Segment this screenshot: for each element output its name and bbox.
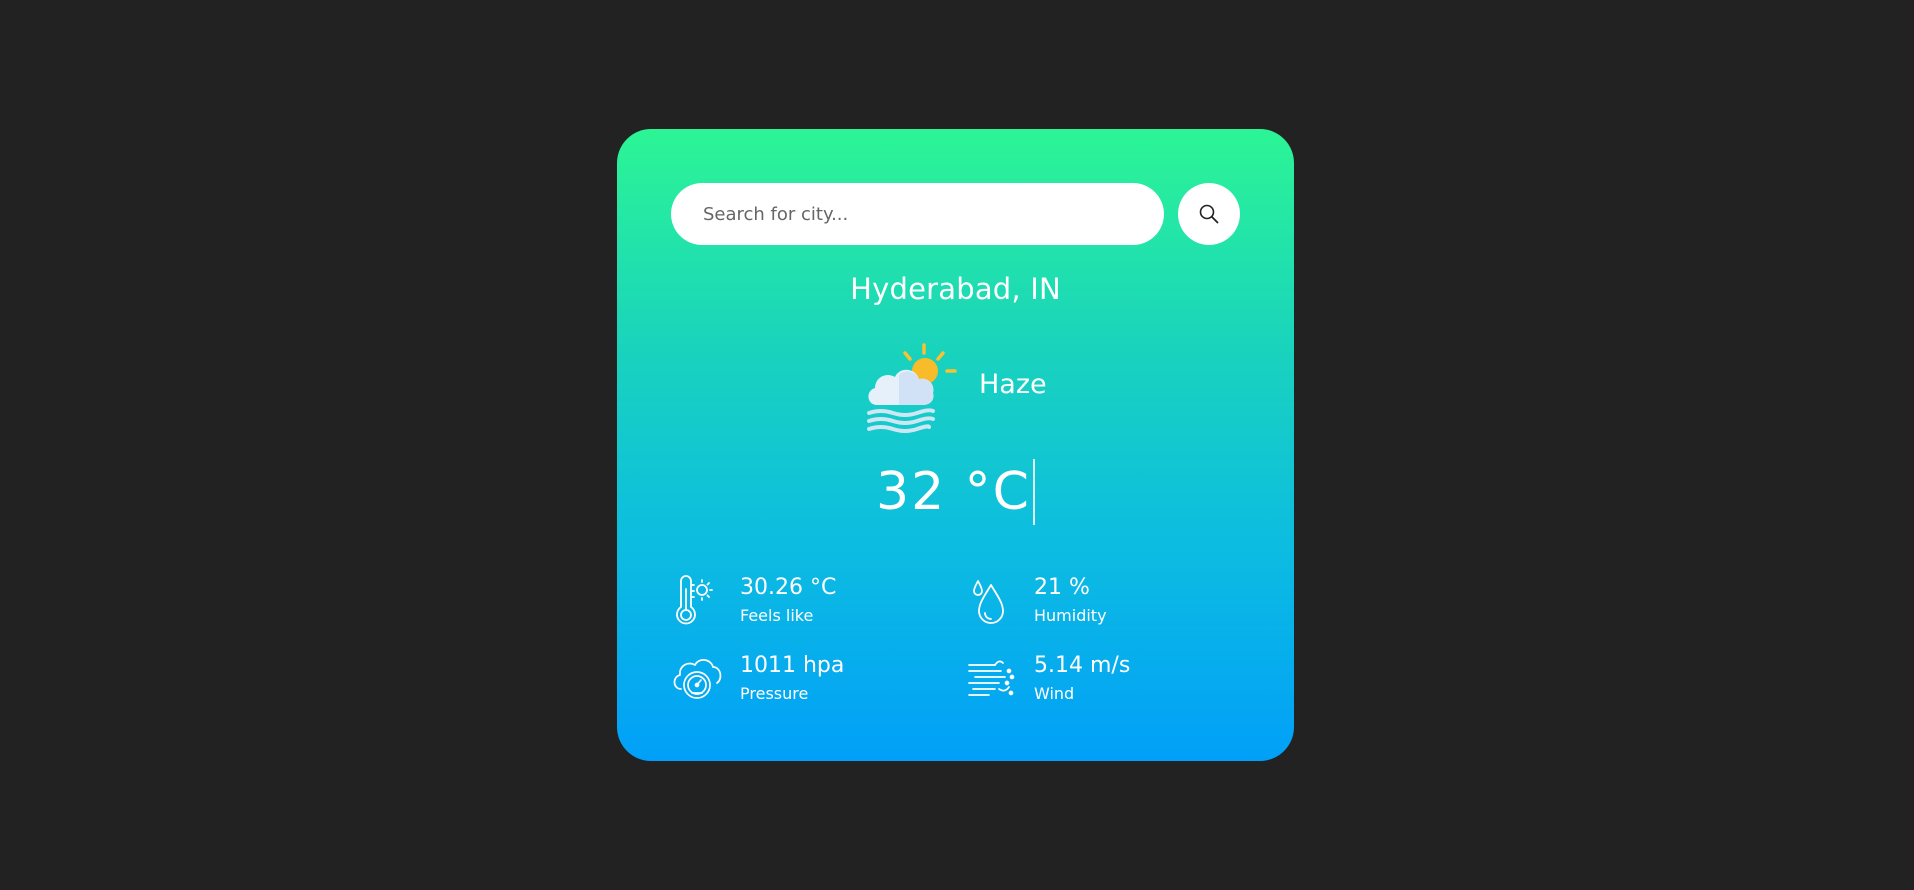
pressure-stat: 1011 hpa Pressure (671, 653, 931, 713)
search-input[interactable] (671, 183, 1164, 245)
humidity-stat: 21 % Humidity (965, 575, 1225, 635)
humidity-value: 21 % (1034, 575, 1090, 600)
wind-stat: 5.14 m/s Wind (965, 653, 1225, 713)
pressure-gauge-icon (673, 659, 722, 699)
temperature-display: 32 °C (617, 459, 1294, 525)
water-drop-icon (973, 580, 1004, 624)
weather-condition: Haze (979, 369, 1047, 400)
city-name: Hyderabad, IN (850, 272, 1061, 306)
search-icon (1199, 204, 1219, 224)
thermometer-icon (676, 575, 713, 625)
pressure-value: 1011 hpa (740, 653, 845, 678)
wind-value: 5.14 m/s (1034, 653, 1131, 678)
weather-card: Hyderabad, IN Haze 32 °C (617, 129, 1294, 761)
feels-like-label: Feels like (740, 606, 814, 625)
humidity-label: Humidity (1034, 606, 1107, 625)
feels-like-value: 30.26 °C (740, 575, 837, 600)
search-button[interactable] (1178, 183, 1240, 245)
wind-icon (968, 660, 1015, 696)
feels-like-stat: 30.26 °C Feels like (671, 575, 931, 635)
temperature-value: 32 °C (876, 459, 1035, 525)
pressure-label: Pressure (740, 684, 809, 703)
haze-icon (867, 343, 957, 433)
wind-label: Wind (1034, 684, 1075, 703)
